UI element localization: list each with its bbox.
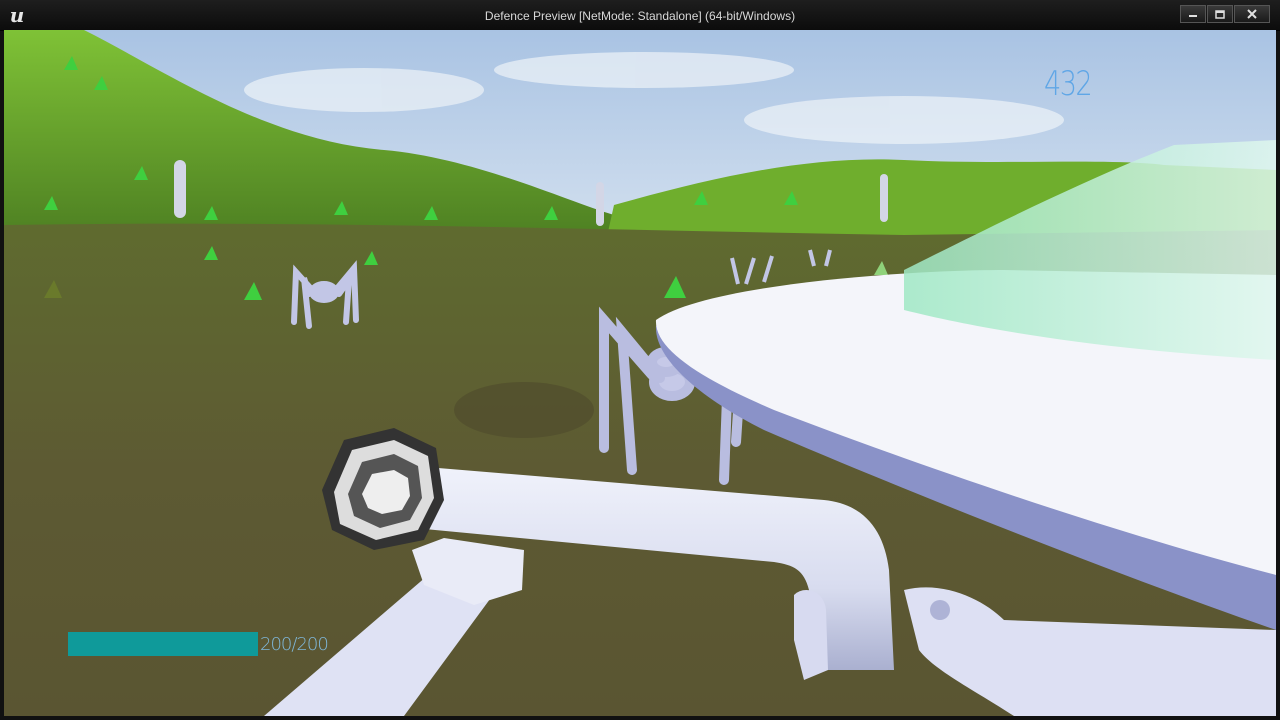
close-icon xyxy=(1247,9,1257,19)
minimize-button[interactable] xyxy=(1180,5,1206,23)
game-viewport[interactable]: 432 200/200 xyxy=(4,30,1276,716)
health-text: 200/200 xyxy=(260,634,329,655)
close-button[interactable] xyxy=(1234,5,1270,23)
window-controls xyxy=(1180,5,1270,23)
maximize-button[interactable] xyxy=(1207,5,1233,23)
minimize-icon xyxy=(1189,15,1197,17)
health-bar-fill xyxy=(68,632,258,656)
health-bar-track xyxy=(68,632,258,656)
window-title: Defence Preview [NetMode: Standalone] (6… xyxy=(484,9,796,23)
maximize-icon xyxy=(1215,9,1225,19)
health-bar: 200/200 xyxy=(68,632,329,658)
score-counter: 432 xyxy=(1044,64,1093,104)
gun-knob xyxy=(930,600,950,620)
title-bar[interactable]: u Defence Preview [NetMode: Standalone] … xyxy=(0,0,1280,31)
ground-shadow xyxy=(454,382,594,438)
game-window: u Defence Preview [NetMode: Standalone] … xyxy=(0,0,1280,720)
game-scene xyxy=(4,30,1276,716)
